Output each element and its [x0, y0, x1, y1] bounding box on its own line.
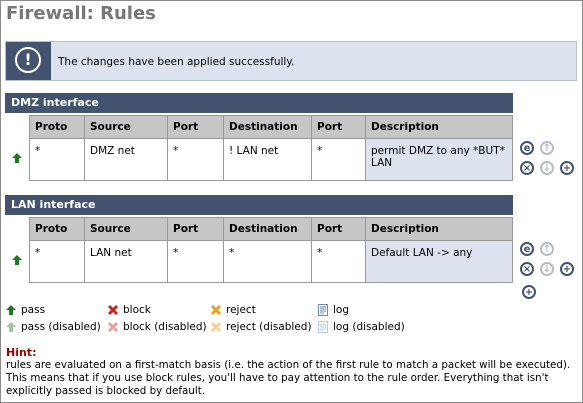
info-icon: ! — [15, 47, 41, 73]
col-proto: Proto — [29, 115, 85, 139]
move-down-icon[interactable]: ↓ — [540, 161, 554, 175]
pass-icon — [6, 305, 16, 315]
col-port: Port — [167, 217, 224, 241]
block-disabled-icon — [107, 321, 119, 333]
reject-icon — [210, 304, 222, 316]
lan-rules-table: Proto Source Port Destination Port Descr… — [5, 217, 513, 283]
add-rule-icon[interactable]: + — [560, 161, 574, 175]
cell-description: Default LAN -> any — [365, 240, 513, 283]
success-notice: ! The changes have been applied successf… — [5, 41, 577, 81]
reject-disabled-icon — [210, 321, 222, 333]
cell-source: LAN net — [84, 240, 168, 283]
cell-port: * — [311, 138, 366, 181]
notice-icon-box: ! — [6, 42, 51, 80]
cell-source: DMZ net — [84, 138, 168, 181]
dmz-rules-table: Proto Source Port Destination Port Descr… — [5, 115, 513, 181]
edit-icon[interactable]: e — [520, 242, 534, 256]
hint-title: Hint: — [6, 346, 37, 359]
block-icon — [107, 304, 119, 316]
dmz-row-actions: e ↑ × ↓ + — [520, 141, 580, 181]
col-source: Source — [84, 115, 168, 139]
page-title: Firewall: Rules — [6, 3, 156, 24]
hint-text: rules are evaluated on a first-match bas… — [6, 359, 571, 397]
cell-description: permit DMZ to any *BUT* LAN — [365, 138, 513, 181]
add-rule-icon[interactable]: + — [560, 262, 574, 276]
move-up-icon[interactable]: ↑ — [540, 141, 554, 155]
col-port: Port — [311, 217, 366, 241]
legend: pass pass (disabled) block block (disabl… — [5, 303, 525, 339]
col-description: Description — [365, 115, 513, 139]
table-row[interactable]: * DMZ net * ! LAN net * permit DMZ to an… — [5, 138, 513, 181]
col-destination: Destination — [223, 217, 312, 241]
log-icon — [318, 304, 328, 316]
add-rule-bottom-icon[interactable]: + — [522, 285, 536, 299]
table-header-row: Proto Source Port Destination Port Descr… — [5, 115, 513, 139]
dmz-interface-header: DMZ interface — [5, 93, 513, 113]
table-header-row: Proto Source Port Destination Port Descr… — [5, 217, 513, 241]
col-destination: Destination — [223, 115, 312, 139]
delete-icon[interactable]: × — [520, 262, 534, 276]
cell-port: * — [311, 240, 366, 283]
notice-message: The changes have been applied successful… — [58, 56, 295, 68]
log-disabled-icon — [318, 321, 328, 333]
cell-port: * — [167, 138, 224, 181]
edit-icon[interactable]: e — [520, 141, 534, 155]
col-port: Port — [311, 115, 366, 139]
pass-icon[interactable] — [5, 138, 30, 181]
delete-icon[interactable]: × — [520, 161, 534, 175]
move-down-icon[interactable]: ↓ — [540, 262, 554, 276]
cell-proto: * — [29, 138, 85, 181]
col-source: Source — [84, 217, 168, 241]
col-proto: Proto — [29, 217, 85, 241]
cell-port: * — [167, 240, 224, 283]
table-row[interactable]: * LAN net * * * Default LAN -> any — [5, 240, 513, 283]
move-up-icon[interactable]: ↑ — [540, 242, 554, 256]
col-port: Port — [167, 115, 224, 139]
col-description: Description — [365, 217, 513, 241]
cell-proto: * — [29, 240, 85, 283]
cell-destination: ! LAN net — [223, 138, 312, 181]
lan-interface-header: LAN interface — [5, 195, 513, 215]
pass-icon[interactable] — [5, 240, 30, 283]
pass-disabled-icon — [6, 322, 16, 332]
cell-destination: * — [223, 240, 312, 283]
lan-row-actions: e ↑ × ↓ + + — [520, 242, 580, 302]
